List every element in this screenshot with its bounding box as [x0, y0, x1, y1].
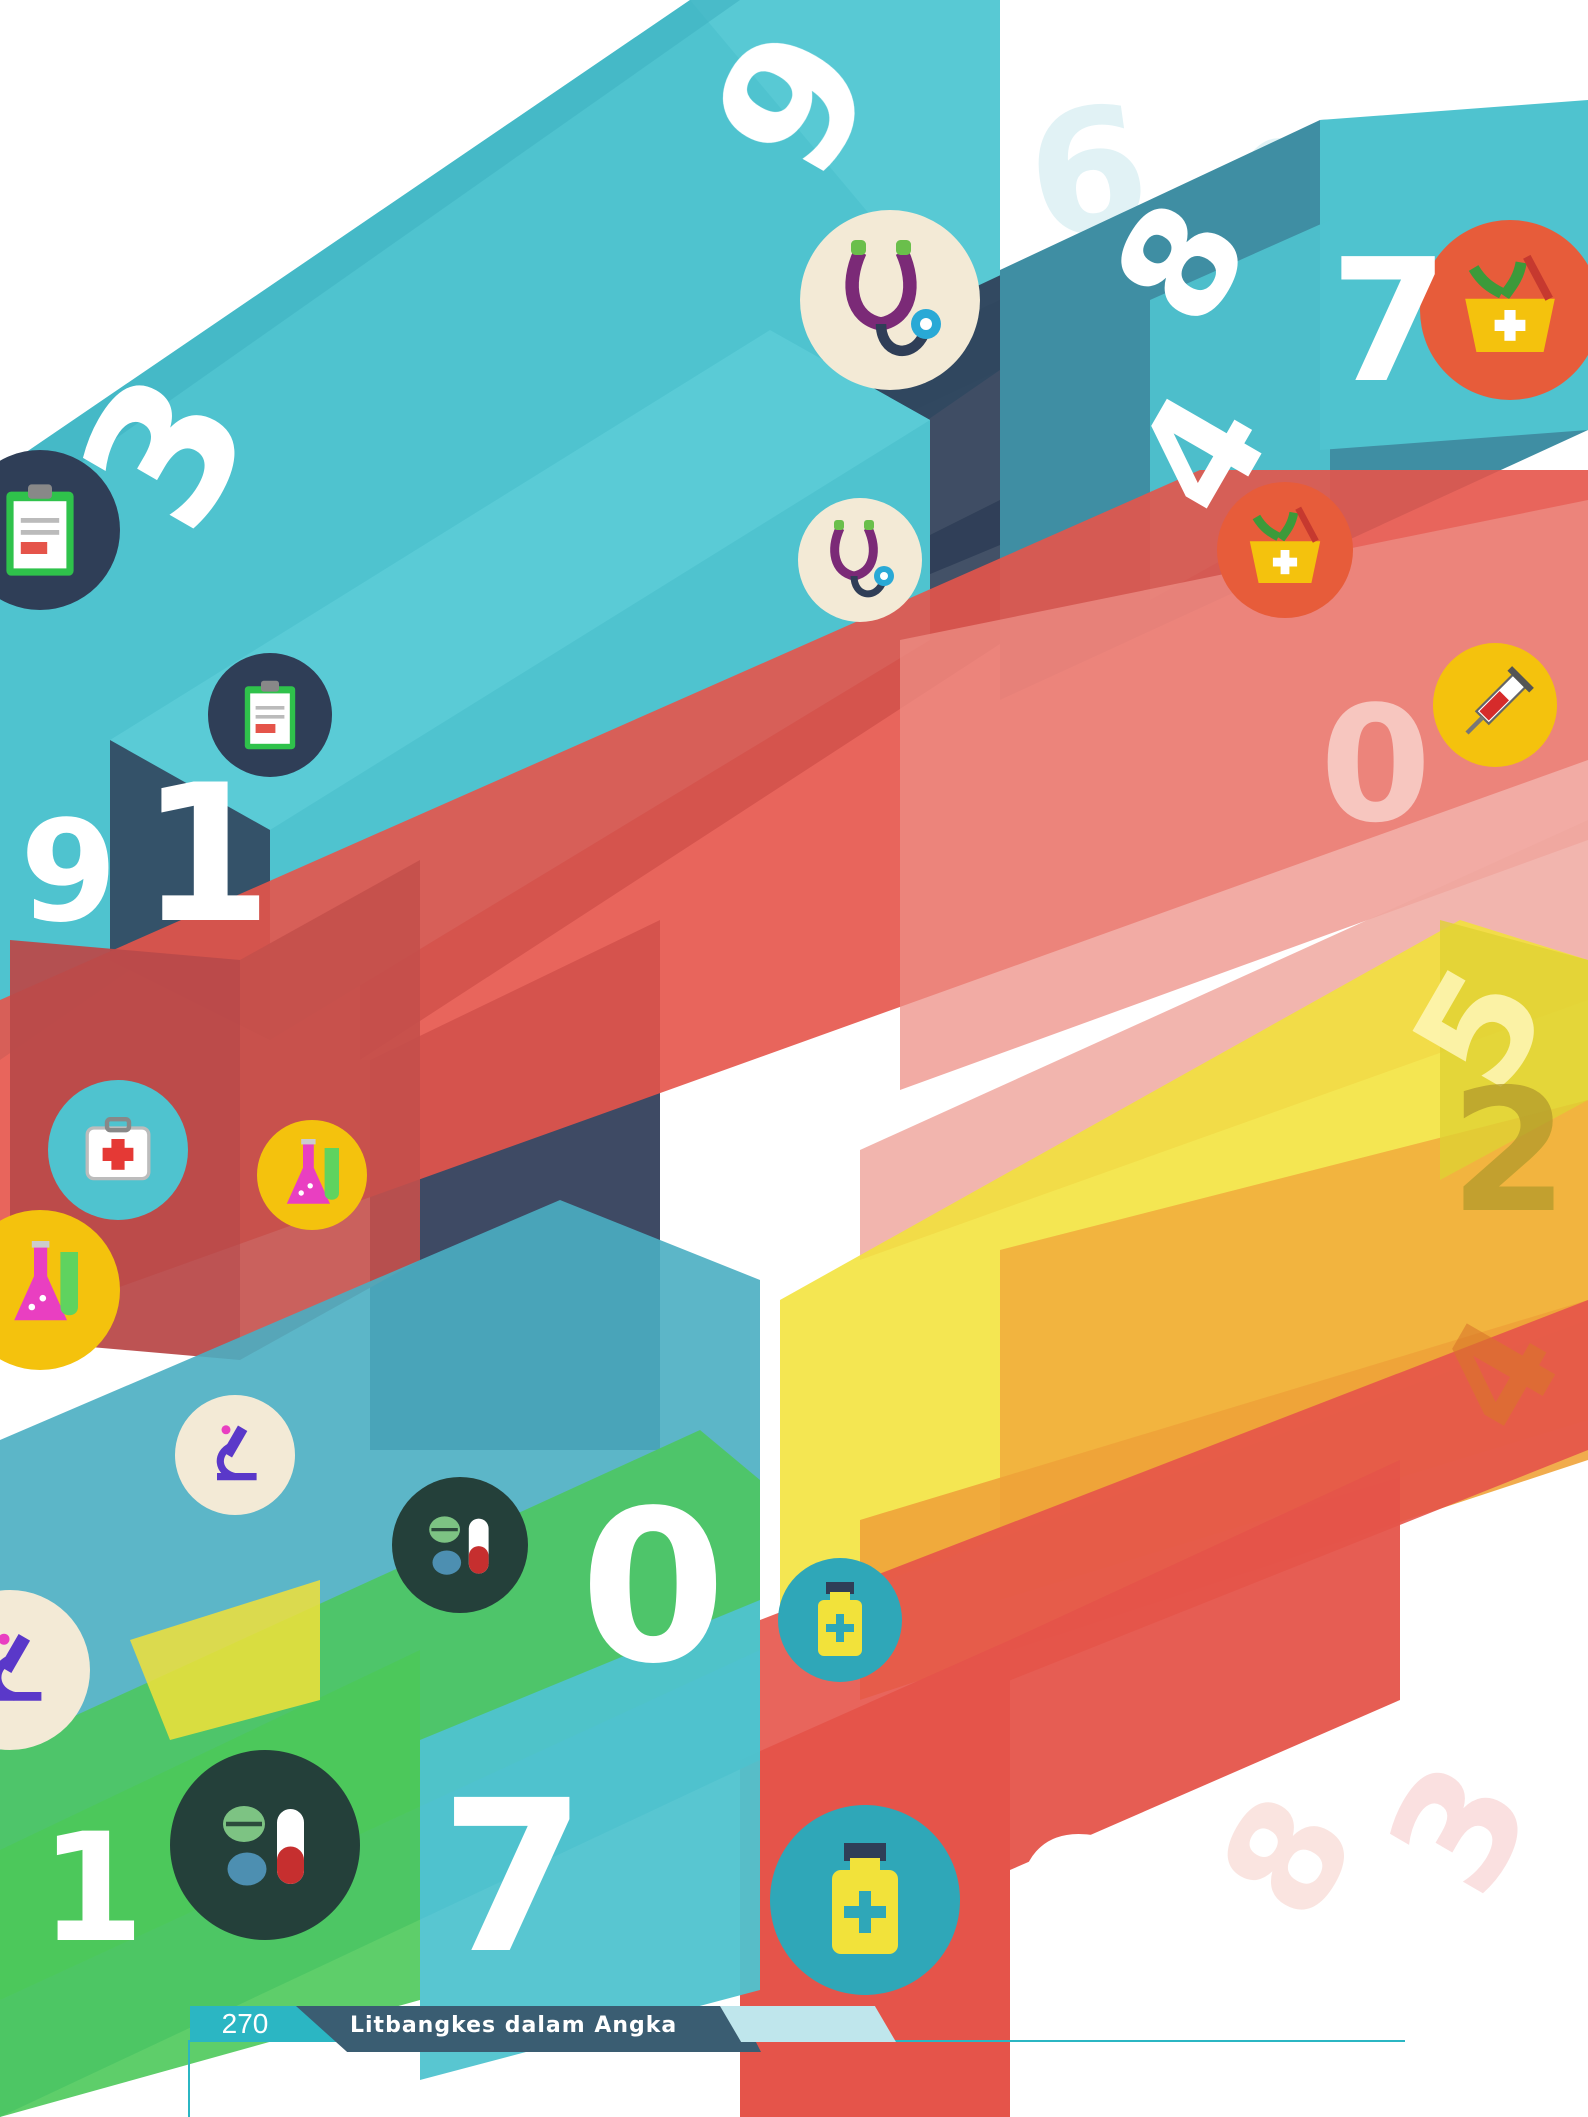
svg-text:2: 2 — [1450, 1053, 1568, 1251]
pills-icon — [170, 1750, 360, 1940]
syringe-icon — [1433, 643, 1557, 767]
svg-text:1: 1 — [140, 744, 272, 965]
first-aid-kit-icon — [48, 1080, 188, 1220]
svg-text:6: 6 — [1010, 1803, 1128, 2001]
footer-accent-tab — [720, 2006, 896, 2042]
svg-text:1: 1 — [40, 1802, 144, 1976]
flask-icon — [257, 1120, 367, 1230]
medicine-bottle-icon — [770, 1805, 960, 1995]
svg-text:7: 7 — [1330, 223, 1448, 421]
svg-text:0: 0 — [1320, 671, 1431, 858]
svg-text:7: 7 — [440, 1755, 586, 2000]
stethoscope-icon — [800, 210, 980, 390]
medicine-bottle-icon — [778, 1558, 902, 1682]
svg-text:9: 9 — [20, 791, 117, 954]
microscope-icon — [175, 1395, 295, 1515]
section-title: Litbangkes dalam Angka — [350, 2013, 678, 2038]
footer-left-rule — [188, 2040, 190, 2117]
svg-text:3: 3 — [1352, 1733, 1570, 1923]
svg-text:0: 0 — [580, 1465, 726, 1710]
page-number: 270 — [221, 2008, 269, 2039]
isometric-health-illustration: 6 2 8 3 — [0, 0, 1588, 2117]
pills-icon — [392, 1477, 528, 1613]
svg-text:8: 8 — [1187, 1769, 1390, 1946]
stethoscope-icon — [798, 498, 922, 622]
